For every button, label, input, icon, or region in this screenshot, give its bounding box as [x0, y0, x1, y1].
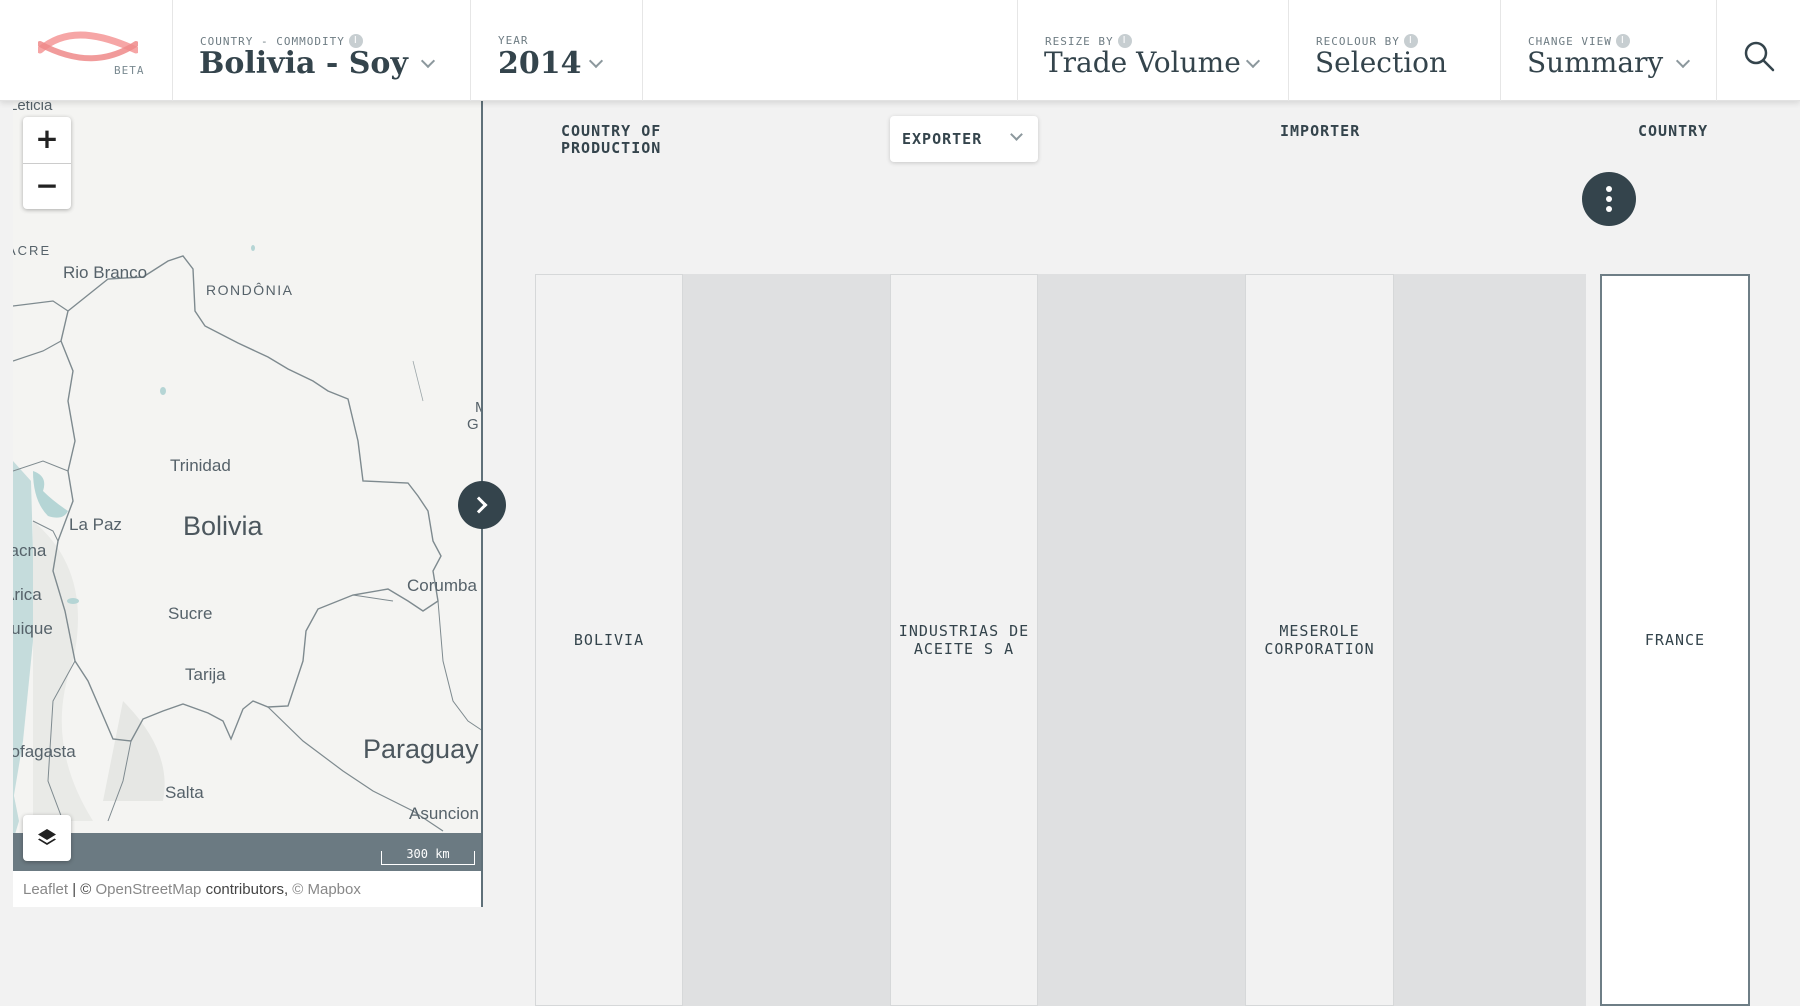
column-header-production: COUNTRY OF PRODUCTION: [561, 122, 662, 157]
node-exporter[interactable]: INDUSTRIAS DE ACEITE S A: [890, 274, 1038, 1006]
map-label-tacna: Tacna: [13, 541, 47, 560]
map-attribution: Leaflet | © OpenStreetMap contributors, …: [13, 871, 481, 907]
year-selector[interactable]: YEAR 2014: [471, 0, 643, 101]
exporter-column-label: EXPORTER: [902, 130, 983, 148]
flow-link[interactable]: [681, 274, 891, 1006]
zoom-control: + −: [23, 117, 71, 209]
search-button[interactable]: [1717, 0, 1800, 101]
map-label-rondonia: RONDÔNIA: [206, 282, 294, 298]
more-options-button[interactable]: [1582, 172, 1636, 226]
node-importer-label: MESEROLE CORPORATION: [1264, 622, 1375, 658]
layers-button[interactable]: [23, 815, 71, 861]
node-production-label: BOLIVIA: [573, 631, 645, 649]
attribution-contrib: contributors,: [201, 881, 293, 898]
chevron-down-icon: [1010, 128, 1023, 141]
map-label-mg: M: [475, 399, 481, 416]
map-label-la-paz: La Paz: [69, 515, 122, 534]
map-label-asuncion: Asuncion: [409, 804, 479, 823]
change-view-selector[interactable]: CHANGE VIEW i Summary: [1501, 0, 1717, 101]
header-spacer: [643, 0, 1018, 101]
resize-by-selector[interactable]: RESIZE BY i Trade Volume: [1018, 0, 1289, 101]
attribution-sep: | ©: [68, 881, 96, 898]
search-icon: [1744, 41, 1775, 72]
expand-map-button[interactable]: [458, 481, 506, 529]
node-country-label: FRANCE: [1644, 631, 1706, 649]
sankey-panel: COUNTRY OF PRODUCTION EXPORTER IMPORTER …: [485, 101, 1800, 1006]
country-commodity-selector[interactable]: COUNTRY - COMMODITY i Bolivia - Soy: [173, 0, 471, 101]
map-basemap: [13, 101, 481, 907]
top-nav: BETA COUNTRY - COMMODITY i Bolivia - Soy …: [0, 0, 1800, 101]
map-label-leticia: Leticia: [13, 101, 53, 114]
node-country[interactable]: FRANCE: [1600, 274, 1750, 1006]
zoom-in-button[interactable]: +: [23, 117, 71, 163]
flow-link[interactable]: [1393, 274, 1586, 1006]
flow-link[interactable]: [1037, 274, 1249, 1006]
recolour-by-selector[interactable]: RECOLOUR BY i Selection: [1289, 0, 1501, 101]
map-label-sucre: Sucre: [168, 604, 213, 623]
osm-link[interactable]: OpenStreetMap: [96, 881, 202, 898]
logo[interactable]: BETA: [0, 0, 173, 101]
map-label-tarija: Tarija: [185, 665, 226, 684]
map-label-rio-branco: Rio Branco: [63, 263, 148, 282]
chevron-right-icon: [470, 496, 488, 514]
beta-badge: BETA: [114, 64, 145, 77]
country-commodity-value: Bolivia - Soy: [199, 46, 408, 81]
chevron-down-icon: [588, 53, 604, 69]
column-header-country: COUNTRY: [1638, 122, 1709, 140]
map-label-corumba: Corumba: [407, 576, 477, 595]
map-scale-strip: 300 km: [13, 833, 481, 871]
kebab-dot: [1606, 206, 1612, 212]
chevron-down-icon: [1675, 53, 1691, 69]
map-label-iquique: Iquique: [13, 619, 53, 638]
kebab-dot: [1606, 186, 1612, 192]
mapbox-link[interactable]: © Mapbox: [292, 881, 361, 898]
zoom-out-button[interactable]: −: [23, 163, 71, 209]
map-label-antofagasta: Antofagasta: [13, 742, 76, 761]
column-header-importer: IMPORTER: [1280, 122, 1361, 140]
chevron-down-icon: [1245, 53, 1261, 69]
map-panel[interactable]: Leticia ACRE Rio Branco RONDÔNIA Trinida…: [13, 101, 483, 907]
node-production[interactable]: BOLIVIA: [535, 274, 683, 1006]
map-label-trinidad: Trinidad: [170, 456, 231, 475]
map-label-gr: G: [467, 416, 479, 433]
year-value: 2014: [498, 46, 582, 81]
map-label-paraguay: Paraguay: [363, 734, 479, 764]
layers-icon: [38, 829, 56, 845]
recolour-by-value: Selection: [1315, 46, 1448, 79]
scale-bar: 300 km: [381, 848, 475, 865]
kebab-dot: [1606, 196, 1612, 202]
node-importer[interactable]: MESEROLE CORPORATION: [1245, 274, 1394, 1006]
leaflet-link[interactable]: Leaflet: [23, 881, 68, 898]
map-label-arica: Arica: [13, 585, 42, 604]
chevron-down-icon: [420, 53, 436, 69]
map-label-acre: ACRE: [13, 243, 52, 258]
resize-by-value: Trade Volume: [1044, 46, 1241, 79]
map-label-salta: Salta: [165, 783, 204, 802]
exporter-column-dropdown[interactable]: EXPORTER: [890, 116, 1038, 162]
trase-logo-icon: [38, 31, 138, 62]
map-label-bolivia: Bolivia: [183, 511, 263, 541]
node-exporter-label: INDUSTRIAS DE ACEITE S A: [898, 622, 1030, 658]
change-view-value: Summary: [1527, 46, 1664, 79]
